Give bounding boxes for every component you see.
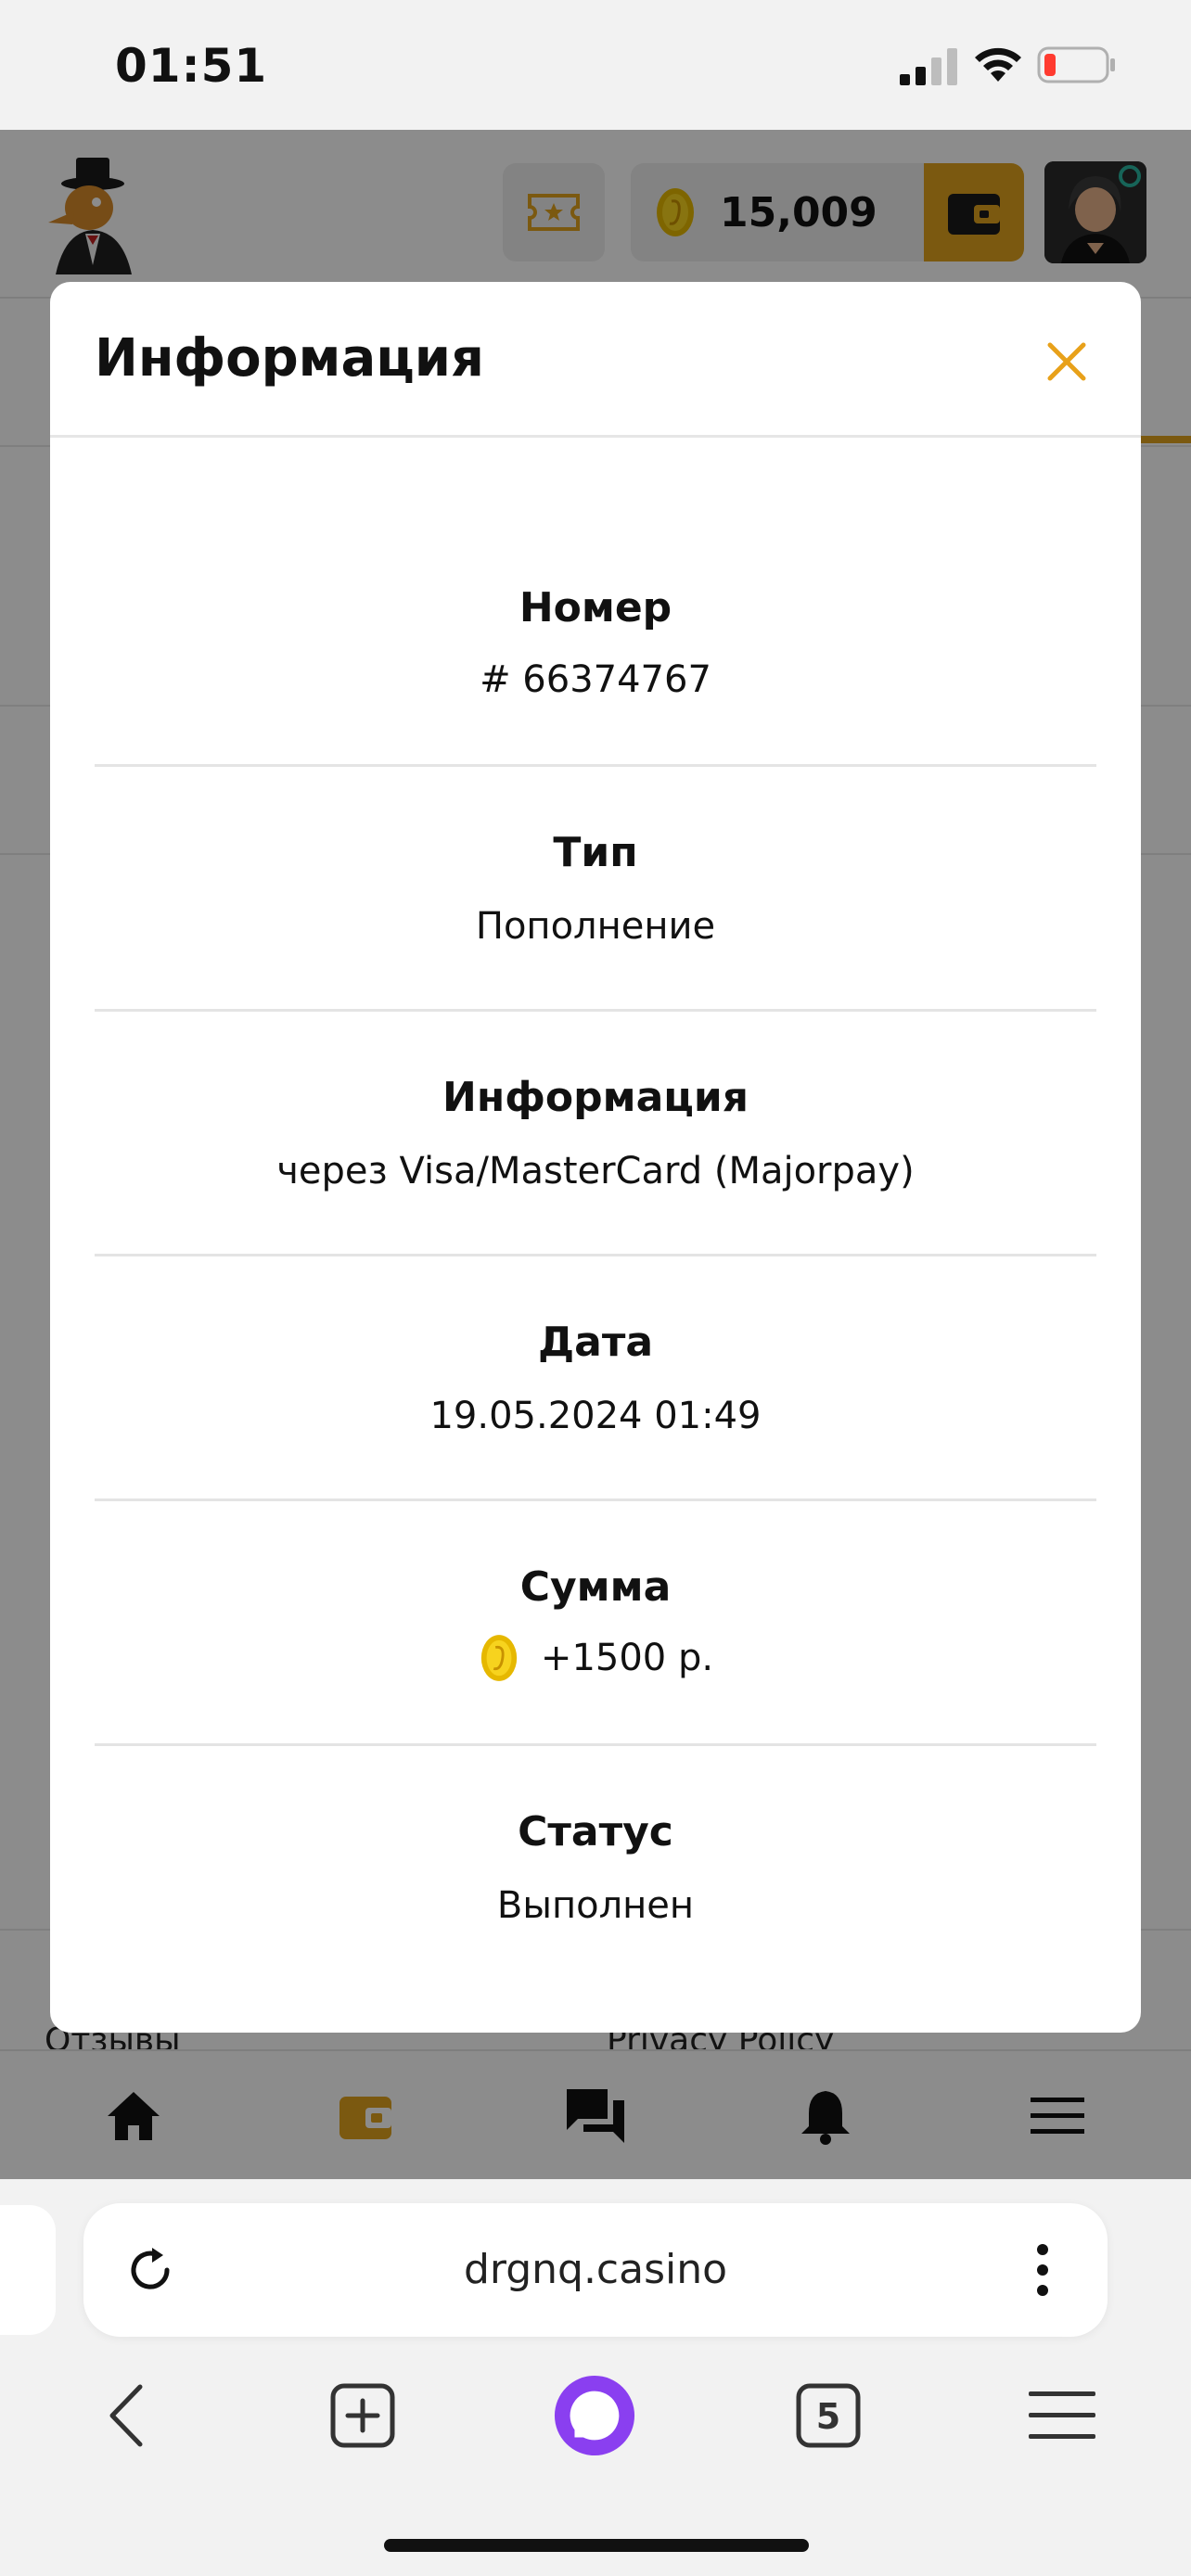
status-time: 01:51 (115, 39, 268, 93)
tabs-button[interactable]: 5 (787, 2374, 870, 2457)
wifi-icon (975, 47, 1021, 82)
address-bar[interactable]: drgnq.casino (83, 2203, 1108, 2337)
back-button[interactable] (85, 2374, 169, 2457)
transaction-info-modal: Информация Номер # 66374767 Номер # 6637… (50, 282, 1141, 2033)
detail-label-type: Тип (553, 829, 638, 876)
detail-value-info: через Visa/MasterCard (Majorpay) (276, 1150, 915, 1192)
tab-count: 5 (816, 2396, 840, 2437)
detail-label-info: Информация (442, 1074, 749, 1121)
more-vertical-icon (1037, 2244, 1048, 2296)
divider (95, 1743, 1096, 1746)
detail-value-number: # 66374767 (480, 658, 711, 701)
detail-label-date: Дата (537, 1319, 654, 1366)
detail-value-amount: +1500 р. (95, 1632, 1096, 1684)
url-text[interactable]: drgnq.casino (83, 2246, 1108, 2293)
detail-value-type: Пополнение (475, 905, 716, 948)
close-button[interactable] (1033, 328, 1100, 395)
amount-text: +1500 р. (540, 1637, 714, 1679)
detail-label-number: Номер (519, 584, 672, 631)
browser-chrome: drgnq.casino 5 (0, 2179, 1191, 2576)
chevron-left-icon (109, 2384, 143, 2447)
alice-assistant-button[interactable] (553, 2374, 636, 2457)
detail-label-status: Статус (518, 1808, 673, 1855)
detail-label-amount: Сумма (519, 1563, 672, 1611)
home-indicator[interactable] (384, 2539, 809, 2552)
close-icon (1047, 342, 1086, 381)
cellular-signal-icon (900, 48, 957, 85)
previous-tab-card[interactable] (0, 2205, 56, 2335)
browser-menu-button[interactable] (1020, 2374, 1104, 2457)
new-tab-button[interactable] (321, 2374, 404, 2457)
tabs-count-icon: 5 (796, 2383, 861, 2448)
battery-icon (1037, 46, 1115, 83)
detail-value-status: Выполнен (496, 1884, 695, 1927)
page-menu-button[interactable] (1015, 2237, 1070, 2303)
divider (95, 1254, 1096, 1256)
divider (95, 1009, 1096, 1012)
plus-square-icon (330, 2383, 395, 2448)
modal-header: Информация (50, 282, 1141, 438)
alice-assistant-icon (554, 2375, 635, 2456)
modal-title: Информация (95, 328, 484, 389)
detail-value-date: 19.05.2024 01:49 (429, 1395, 762, 1437)
coin-icon (480, 1635, 518, 1681)
hamburger-icon (1029, 2391, 1095, 2439)
status-bar: 01:51 (0, 0, 1191, 130)
divider (95, 764, 1096, 767)
divider (95, 1498, 1096, 1501)
